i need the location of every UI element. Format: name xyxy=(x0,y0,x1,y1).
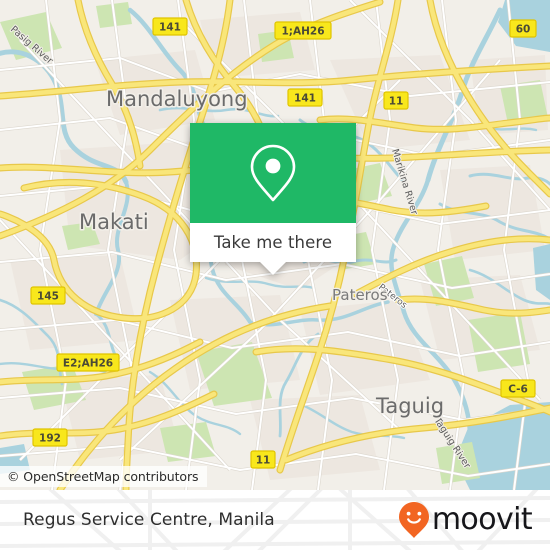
popup-action-bar[interactable]: Take me there xyxy=(190,223,356,275)
popup-icon-panel xyxy=(190,123,356,223)
footer-bar: Regus Service Centre, Manila moovit xyxy=(0,490,550,550)
route-shield-label: 60 xyxy=(516,24,531,36)
moovit-wordmark: moovit xyxy=(431,502,533,537)
route-shield-c6: C-6 xyxy=(500,379,536,398)
route-shield-label: E2;AH26 xyxy=(63,358,113,370)
route-shield-11-south: 11 xyxy=(250,450,276,469)
route-shield-label: 1;AH26 xyxy=(281,26,324,38)
route-shield-1-ah26: 1;AH26 xyxy=(274,21,332,40)
location-pin-icon xyxy=(250,144,296,202)
moovit-smiley-pin-icon xyxy=(398,502,429,538)
route-shield-141-north: 141 xyxy=(152,17,188,36)
route-shield-label: 141 xyxy=(294,93,316,105)
city-label-makati: Makati xyxy=(79,210,149,234)
city-label-mandaluyong: Mandaluyong xyxy=(106,87,248,111)
route-shield-60: 60 xyxy=(509,19,537,38)
route-shield-label: 145 xyxy=(37,291,59,303)
osm-attribution[interactable]: © OpenStreetMap contributors xyxy=(0,466,208,487)
place-title: Regus Service Centre, Manila xyxy=(23,510,275,530)
route-shield-141-mid: 141 xyxy=(287,88,323,107)
take-me-there-label: Take me there xyxy=(213,233,333,252)
route-shield-label: 141 xyxy=(159,22,181,34)
route-shield-11-north: 11 xyxy=(383,91,409,110)
route-shield-label: 192 xyxy=(39,433,61,445)
route-shield-145: 145 xyxy=(30,286,66,305)
map-screenshot: Pasig River Marikina River Taguig River … xyxy=(0,0,550,550)
route-shield-label: 11 xyxy=(389,96,404,108)
route-shield-192: 192 xyxy=(32,428,68,447)
town-label-pateros: Pateros xyxy=(332,286,388,304)
route-shield-label: C-6 xyxy=(508,384,528,396)
moovit-brand[interactable]: moovit xyxy=(398,502,533,538)
popup-pointer-tail xyxy=(260,262,286,275)
take-me-there-popup[interactable]: Take me there xyxy=(190,123,356,275)
route-shield-e2-ah26: E2;AH26 xyxy=(56,353,120,372)
city-label-taguig: Taguig xyxy=(375,394,444,418)
route-shield-label: 11 xyxy=(256,455,271,467)
